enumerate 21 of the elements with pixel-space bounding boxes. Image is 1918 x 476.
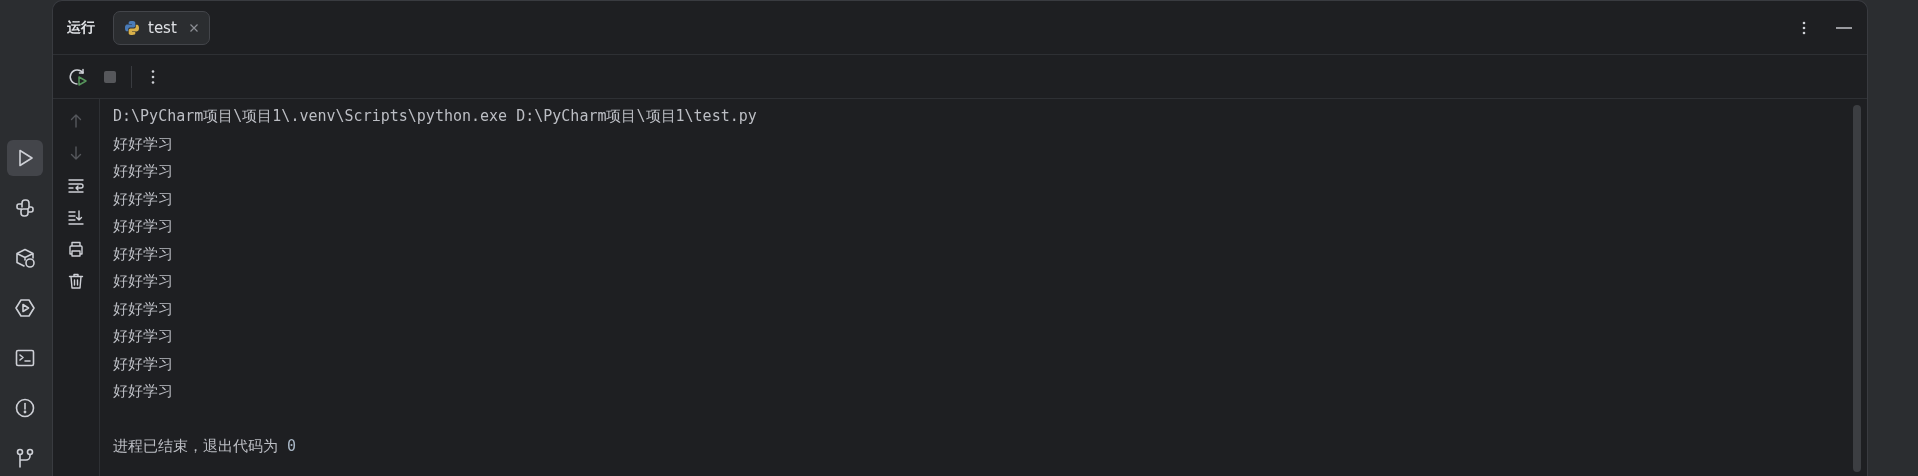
output-line: 好好学习	[113, 271, 174, 292]
run-tab[interactable]: test	[113, 10, 210, 45]
python-logo-icon	[124, 19, 140, 36]
output-line: 好好学习	[113, 133, 174, 155]
output-line: 好好学习	[113, 161, 174, 182]
output-line: 好好学习	[113, 243, 174, 265]
output-line: 好好学习	[113, 326, 174, 347]
panel-title: 运行	[67, 18, 95, 37]
scrollbar[interactable]	[1853, 105, 1861, 472]
output-line: 好好学习	[113, 298, 174, 320]
exit-message: 进程已结束，退出代码为	[113, 437, 278, 455]
output-line: 好好学习	[113, 353, 174, 375]
command-line: D:\PyCharm项目\项目1\.venv\Scripts\python.exe D:\PyCharm项目\项目1\test.py	[113, 106, 757, 127]
output-line: 好好学习	[113, 381, 174, 402]
minimize-icon[interactable]	[1835, 25, 1853, 30]
output-line: 好好学习	[113, 216, 174, 237]
exit-code: 0	[287, 437, 297, 455]
more-icon[interactable]	[1801, 19, 1807, 36]
run-icon[interactable]	[7, 140, 43, 176]
close-icon[interactable]	[188, 22, 199, 33]
output-line: 好好学习	[113, 188, 174, 210]
